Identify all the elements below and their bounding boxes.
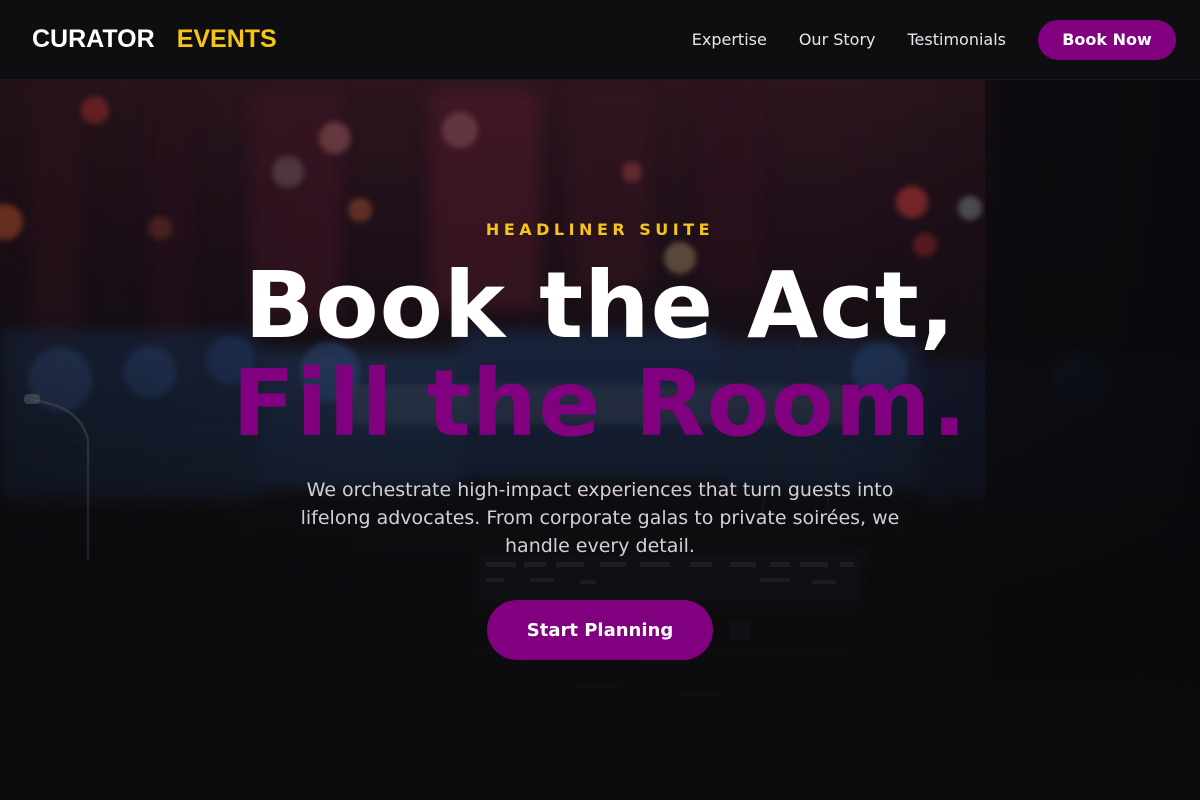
start-planning-button[interactable]: Start Planning (487, 600, 713, 660)
brand-logo[interactable]: CURATOR EVENTS (32, 25, 277, 54)
hero-headline-line-2: Fill the Room. (232, 350, 968, 457)
nav-link-testimonials[interactable]: Testimonials (908, 30, 1007, 49)
nav-link-expertise[interactable]: Expertise (692, 30, 767, 49)
site-header: CURATOR EVENTS Expertise Our Story Testi… (0, 0, 1200, 80)
hero-eyebrow: HEADLINER SUITE (485, 220, 715, 239)
brand-name-accent: EVENTS (176, 25, 277, 53)
hero-description: We orchestrate high-impact experiences t… (300, 479, 900, 557)
nav-link-our-story[interactable]: Our Story (799, 30, 876, 49)
brand-name: CURATOR (32, 25, 155, 53)
landing-page: CURATOR EVENTS Expertise Our Story Testi… (0, 0, 1200, 800)
book-now-button[interactable]: Book Now (1038, 19, 1176, 60)
main-nav: Expertise Our Story Testimonials Book No… (692, 19, 1176, 60)
hero-headline-line-1: Book the Act, (244, 252, 956, 359)
hero-section: HEADLINER SUITE Book the Act, Fill the R… (0, 80, 1200, 800)
